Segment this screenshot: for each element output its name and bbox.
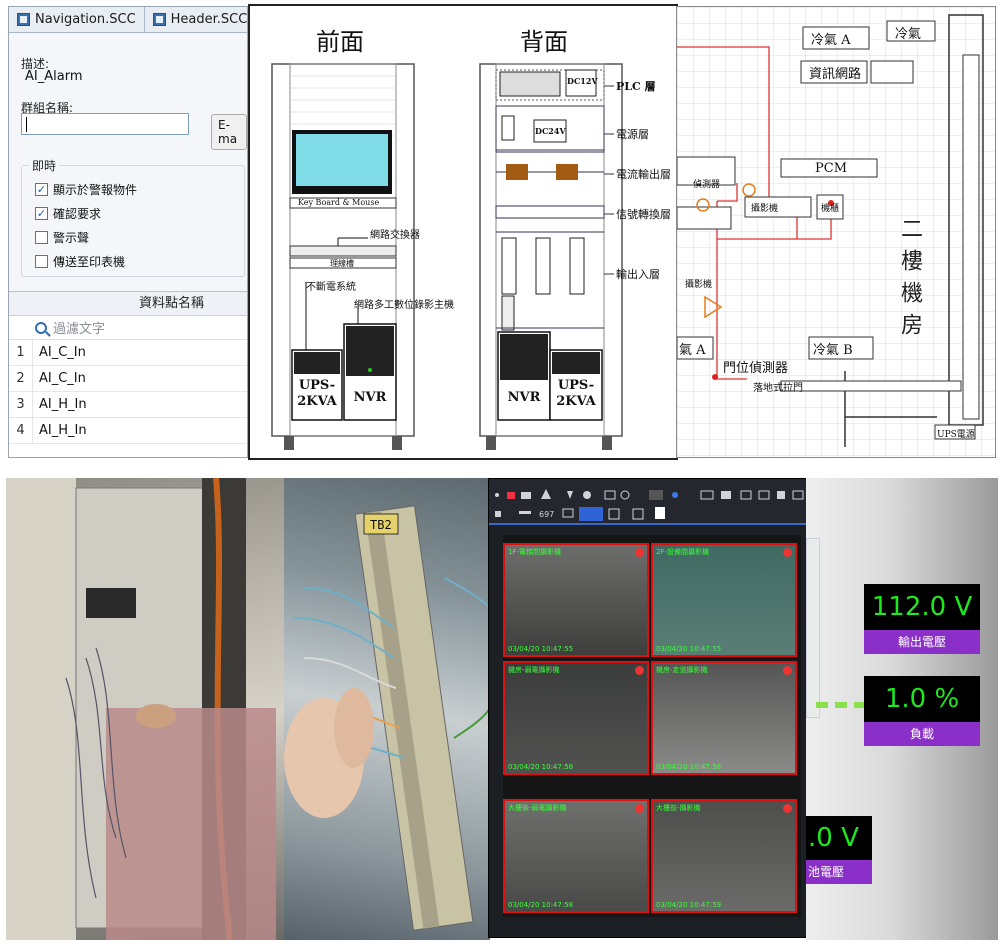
scada-editor-panel: Navigation.SCC Header.SCC 描述: AI_Alarm 群… [8,6,248,458]
record-icon [635,804,644,813]
switch-label: 網路交換器 [370,230,420,241]
grid-filter-row[interactable]: 過濾文字 [9,316,247,340]
checkbox-unchecked[interactable] [35,231,48,244]
pcm-label: PCM [815,161,848,176]
description-value[interactable]: AI_Alarm [25,69,82,84]
table-row[interactable]: 2 AI_C_In [9,366,247,392]
realtime-group-title: 即時 [29,157,60,174]
ups-power-label: UPS電源 [937,430,975,440]
network-label: 資訊網路 [809,67,862,82]
dc24-label: DC24V [535,126,566,136]
rack-diagram: 前面 背面 Key Board & Mouse 網路交換器 理線槽 不斷電系統 … [248,4,678,460]
patch-panel-label: 理線槽 [330,259,354,268]
group-name-input[interactable] [21,113,189,135]
front-title: 前面 [316,28,364,56]
flow-indicator [816,702,866,708]
file-icon [17,13,30,26]
nvr-viewer-app: 697 1F-電梯間攝影機 03/04/20 10:47:55 2F-設備間攝影… [488,478,808,938]
checkbox-alert-sound[interactable]: 警示聲 [35,229,89,246]
layer-current-output: 電流輸出層 [616,168,671,181]
back-ups-label: UPS- 2KVA [556,378,596,409]
load-value: 1.0 % [864,676,980,722]
filter-placeholder: 過濾文字 [53,322,106,337]
camera-tile[interactable]: 大樓前-攝影機 03/04/20 10:47:59 [651,799,797,913]
front-ups-label: UPS- 2KVA [297,378,337,409]
checkbox-checked[interactable]: ✓ [35,183,48,196]
door-detector-label: 門位偵測器 [723,361,789,376]
table-row[interactable]: 3 AI_H_In [9,392,247,418]
battery-voltage-value: .0 V [806,816,872,860]
email-button[interactable]: E-ma [211,114,247,150]
camera-label-left: 攝影機 [685,280,713,290]
front-nvr-label: NVR [353,390,387,405]
terminal-block-illustration [284,505,490,931]
checkbox-unchecked[interactable] [35,255,48,268]
record-icon [783,666,792,675]
nvr-host-label: 網路多工數位錄影主機 [354,300,454,311]
datapoint-grid: 資料點名稱 過濾文字 1 AI_C_In 2 AI_C_In 3 AI_H_In… [9,291,247,457]
room-label: 二樓機房 [897,217,922,345]
nvr-toolbar: 697 [489,479,807,525]
pipe-connector [806,538,820,718]
floor-plan: 冷氣 A 冷氣 資訊網路 PCM 二樓機房 冷氣 B 氣 A 門位偵測器 落地式… [676,6,996,458]
terminal-tb2-label: TB2 [370,518,392,532]
tab-navigation[interactable]: Navigation.SCC [9,7,145,32]
checkbox-send-printer[interactable]: 傳送至印表機 [35,253,125,270]
record-icon [635,666,644,675]
checkbox-confirm-required[interactable]: ✓ 確認要求 [35,205,101,222]
battery-voltage-label: 池電壓 [806,860,872,884]
checkbox-checked[interactable]: ✓ [35,207,48,220]
door-type-label: 落地式拉門 [753,383,803,394]
cabinet-label: 機櫃 [821,204,840,214]
record-icon [783,804,792,813]
camera-tile[interactable]: 2F-設備間攝影機 03/04/20 10:47:55 [651,543,797,657]
wiring-cabinet-illustration [6,478,276,940]
output-voltage-label: 輸出電壓 [864,630,980,654]
photo-technician-wiring [6,478,284,940]
layer-signal-conversion: 信號轉換層 [616,208,671,221]
toolbar-icons [495,489,804,521]
tab-label: Header.SCC [170,12,248,27]
grid-column-header[interactable]: 資料點名稱 [9,292,247,316]
tab-bar: Navigation.SCC Header.SCC [9,7,247,33]
camera-tile[interactable]: 1F-電梯間攝影機 03/04/20 10:47:55 [503,543,649,657]
table-row[interactable]: 4 AI_H_In [9,418,247,444]
ac-b-label: 冷氣 B [813,343,853,358]
layer-io: 輸出入層 [616,268,660,281]
camera-tile[interactable]: 機房-弱電攝影機 03/04/20 10:47:58 [503,661,649,775]
checkbox-show-alarm[interactable]: ✓ 顯示於警報物件 [35,181,137,198]
load-label: 負載 [864,722,980,746]
camera-tile[interactable]: 機房-走道攝影機 03/04/20 10:47:58 [651,661,797,775]
record-icon [783,548,792,557]
ups-system-label: 不斷電系統 [306,282,356,293]
ac-a-top-label: 冷氣 A [811,33,851,48]
ac-a-bottom-label: 氣 A [679,343,706,358]
keyboard-label: Key Board & Mouse [298,198,380,207]
back-title: 背面 [520,28,568,56]
back-nvr-label: NVR [507,390,541,405]
output-voltage-value: 112.0 V [864,584,980,630]
photo-terminal-block: TB2 [284,478,490,940]
tab-label: Navigation.SCC [35,12,136,27]
dc12-label: DC12V [567,76,598,86]
camera-label-top: 攝影機 [751,204,779,214]
toolbar-count: 697 [539,510,555,519]
file-icon [152,13,166,26]
sensor-label: 偵測器 [693,180,721,190]
camera-tile[interactable]: 大樓後-弱電攝影機 03/04/20 10:47:58 [503,799,649,913]
search-icon [35,321,47,334]
table-row[interactable]: 1 AI_C_In [9,340,247,366]
layer-plc: PLC 層 [616,80,656,93]
ac-top-right-label: 冷氣 [895,27,922,42]
layer-power: 電源層 [616,128,649,141]
tab-header[interactable]: Header.SCC [144,7,248,32]
ups-meters-panel: 112.0 V 輸出電壓 1.0 % 負載 .0 V 池電壓 [806,478,998,940]
record-icon [635,548,644,557]
